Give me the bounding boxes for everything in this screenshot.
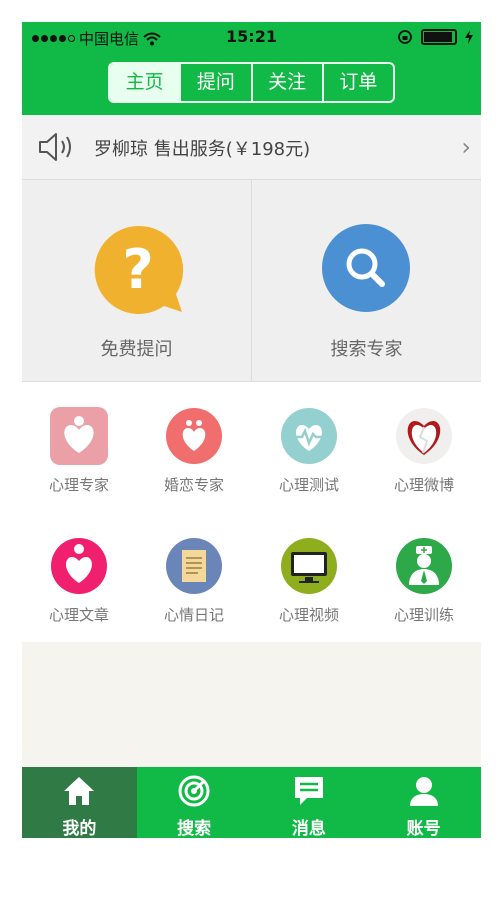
charging-icon (465, 30, 473, 44)
mood-diary-label: 心情日记 (163, 606, 224, 624)
tab-messages-label: 消息 (291, 819, 326, 838)
heartbeat-icon (281, 408, 337, 464)
psych-weibo-item[interactable]: 心理微博 (367, 382, 481, 512)
top-tab-bar: 主页 提问 关注 订单 (108, 62, 395, 103)
bottom-tab-bar: 我的 搜索 消息 账号 (22, 767, 481, 838)
tab-messages[interactable]: 消息 (252, 767, 367, 838)
psych-expert-item[interactable]: 心理专家 (22, 382, 136, 512)
tab-search[interactable]: 搜索 (137, 767, 252, 838)
speaker-icon (39, 133, 71, 161)
psych-training-label: 心理训练 (393, 606, 454, 624)
monitor-icon (281, 538, 337, 594)
mood-diary-item[interactable]: 心情日记 (137, 512, 251, 642)
search-expert-label: 搜索专家 (330, 339, 403, 360)
psych-expert-label: 心理专家 (48, 476, 109, 494)
notice-text: 罗柳琼 售出服务(￥198元) (94, 139, 311, 160)
psych-training-item[interactable]: 心理训练 (367, 512, 481, 642)
free-question-label: 免费提问 (100, 339, 173, 360)
free-question-button[interactable]: ? 免费提问 (22, 180, 252, 381)
psych-weibo-label: 心理微博 (393, 476, 454, 494)
orientation-lock-icon (398, 30, 412, 44)
header: 中国电信 15:21 主页 提问 关注 订单 (22, 22, 481, 115)
search-icon (322, 224, 410, 312)
notebook-icon (166, 538, 222, 594)
heart-person-icon (50, 407, 108, 465)
psych-article-label: 心理文章 (48, 606, 109, 624)
tab-follow[interactable]: 关注 (250, 64, 322, 101)
couple-icon (166, 408, 222, 464)
tab-ask[interactable]: 提问 (179, 64, 250, 101)
tab-home[interactable]: 主页 (110, 64, 180, 101)
notice-bar[interactable]: 罗柳琼 售出服务(￥198元) › (22, 115, 481, 180)
psych-article-item[interactable]: 心理文章 (22, 512, 136, 642)
svg-text:?: ? (122, 238, 153, 301)
search-expert-button[interactable]: 搜索专家 (252, 180, 481, 381)
nurse-icon (396, 538, 452, 594)
tab-orders[interactable]: 订单 (321, 64, 393, 101)
tab-search-label: 搜索 (177, 819, 212, 838)
battery-icon (421, 29, 457, 45)
chevron-right-icon: › (461, 133, 471, 161)
psych-video-label: 心理视频 (278, 606, 339, 624)
main-actions: ? 免费提问 搜索专家 (22, 180, 481, 382)
psych-test-item[interactable]: 心理测试 (252, 382, 366, 512)
broken-heart-icon (396, 408, 452, 464)
marriage-expert-label: 婚恋专家 (163, 476, 224, 494)
heart-drop-icon (51, 538, 107, 594)
home-icon (64, 777, 95, 805)
status-bar: 中国电信 15:21 (22, 22, 481, 55)
feature-grid-row-2: 心理文章 心情日记 心理视频 心理训练 (22, 512, 481, 642)
question-bubble-icon: ? (94, 225, 184, 314)
feature-grid-row-1: 心理专家 婚恋专家 心理测试 心理微博 (22, 382, 481, 513)
tab-account[interactable]: 账号 (366, 767, 481, 838)
message-icon (294, 777, 323, 805)
tab-mine[interactable]: 我的 (22, 767, 137, 838)
marriage-expert-item[interactable]: 婚恋专家 (137, 382, 251, 512)
radar-icon (178, 775, 210, 807)
tab-mine-label: 我的 (62, 819, 97, 838)
psych-test-label: 心理测试 (278, 476, 339, 494)
app-screen: 中国电信 15:21 主页 提问 关注 订单 罗柳琼 售出服务(￥198元) ›… (22, 22, 481, 838)
status-right (397, 29, 473, 45)
user-icon (409, 777, 438, 806)
psych-video-item[interactable]: 心理视频 (252, 512, 366, 642)
tab-account-label: 账号 (406, 819, 441, 838)
